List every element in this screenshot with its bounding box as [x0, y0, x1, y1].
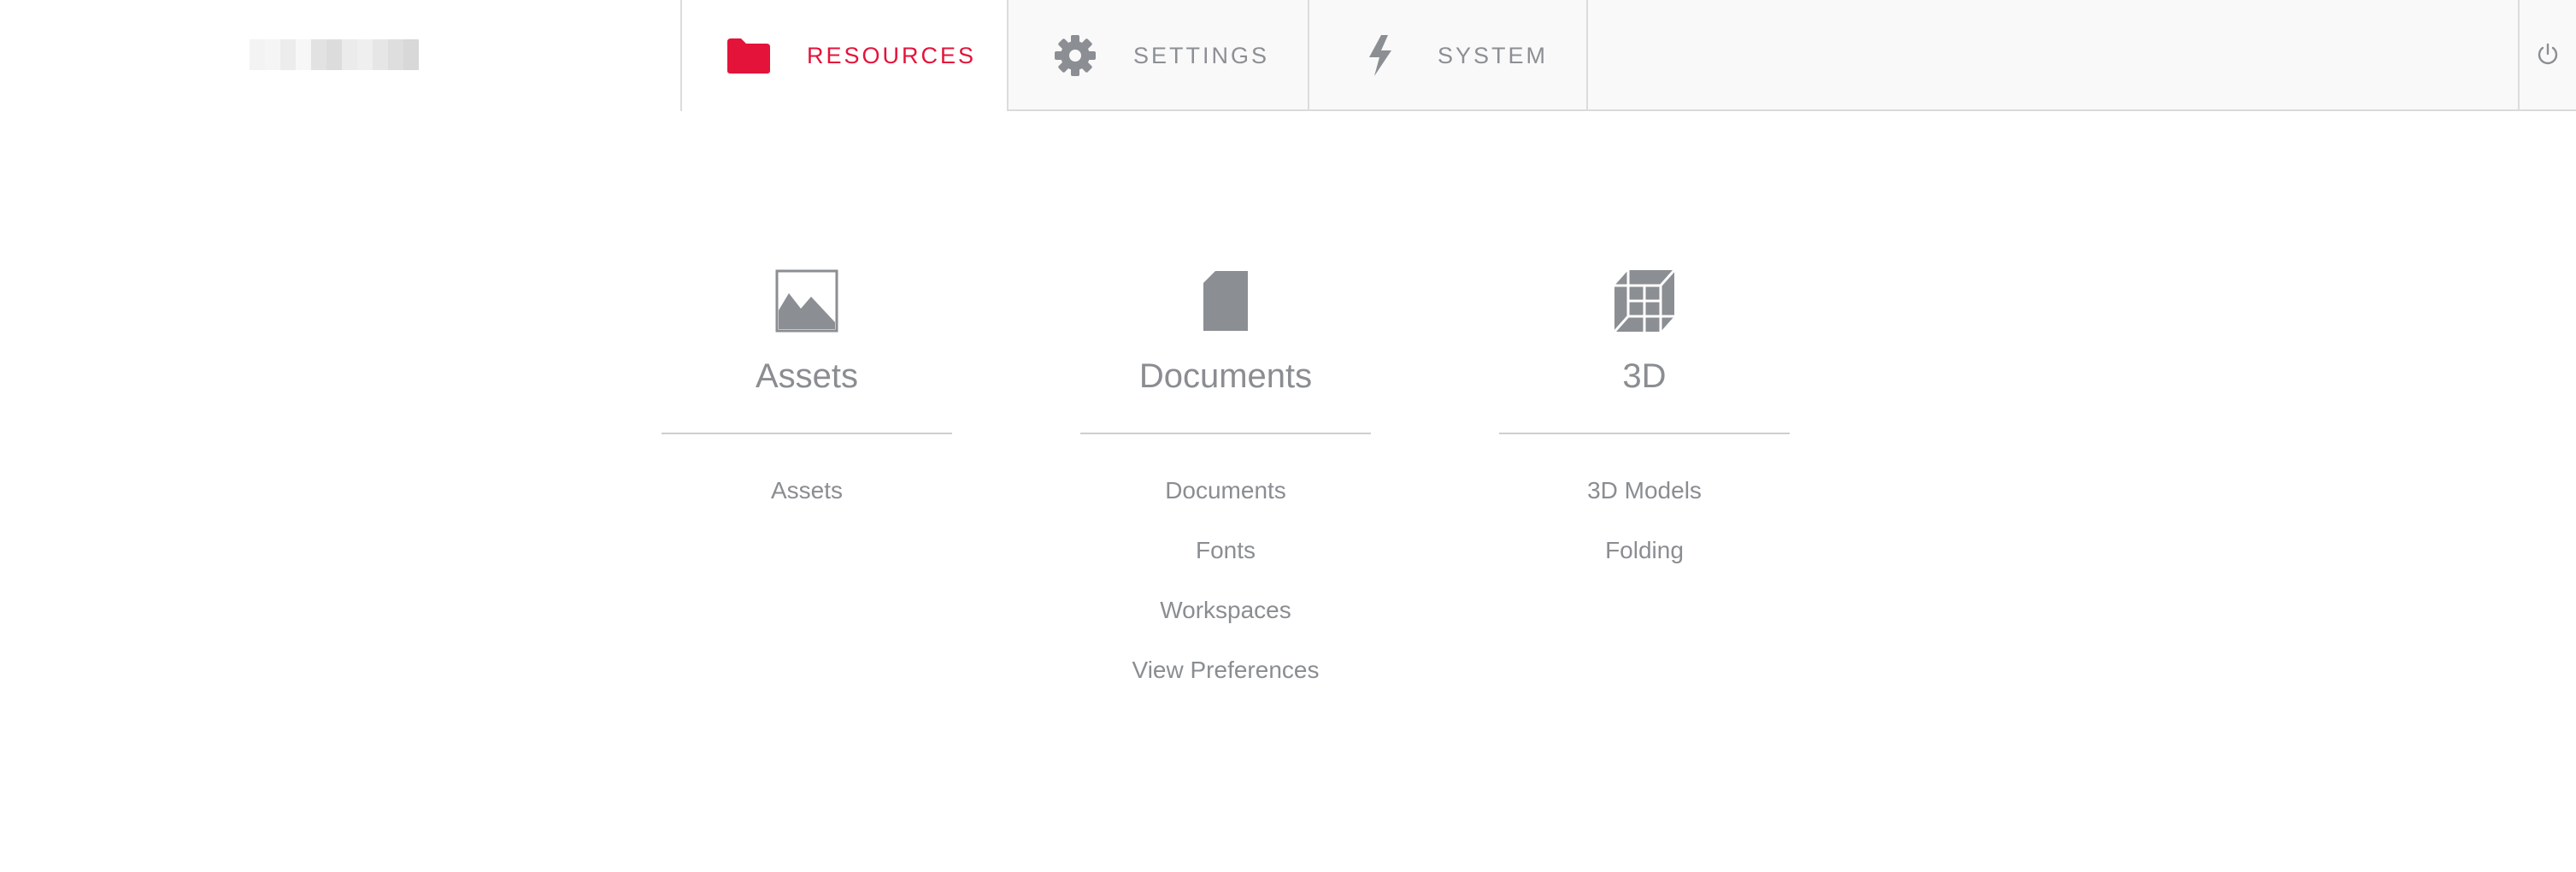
section-divider	[1499, 433, 1790, 434]
link-workspaces[interactable]: Workspaces	[1080, 597, 1371, 657]
folder-icon	[725, 32, 773, 80]
section-title: 3D	[1622, 357, 1667, 395]
link-fonts[interactable]: Fonts	[1080, 537, 1371, 597]
link-assets[interactable]: Assets	[662, 477, 952, 537]
section-3d: 3D 3D Models Folding	[1499, 267, 1790, 610]
section-links: Documents Fonts Workspaces View Preferen…	[1080, 477, 1371, 716]
link-view-preferences[interactable]: View Preferences	[1080, 657, 1371, 716]
section-divider	[662, 433, 952, 434]
power-button[interactable]	[2518, 0, 2576, 111]
link-3d-models[interactable]: 3D Models	[1499, 477, 1790, 537]
top-navigation-bar: RESOURCES SETTINGS SYSTEM	[0, 0, 2576, 111]
section-links: Assets	[662, 477, 952, 537]
link-documents[interactable]: Documents	[1080, 477, 1371, 537]
tab-resources-label: RESOURCES	[807, 42, 977, 68]
tab-settings-label: SETTINGS	[1133, 42, 1270, 68]
section-documents: Documents Documents Fonts Workspaces Vie…	[1080, 267, 1371, 730]
tab-system[interactable]: SYSTEM	[1309, 0, 1588, 111]
document-icon	[1080, 267, 1371, 335]
section-divider	[1080, 433, 1371, 434]
tab-system-label: SYSTEM	[1438, 42, 1549, 68]
tab-resources[interactable]: RESOURCES	[682, 0, 1009, 111]
gear-icon	[1051, 32, 1099, 80]
section-links: 3D Models Folding	[1499, 477, 1790, 597]
logo-area[interactable]	[0, 0, 682, 111]
cube-icon	[1499, 267, 1790, 335]
link-folding[interactable]: Folding	[1499, 537, 1790, 597]
lightning-icon	[1356, 32, 1403, 80]
section-title: Documents	[1138, 357, 1313, 395]
blurred-logo	[250, 39, 419, 70]
section-assets: Assets Assets	[662, 267, 952, 551]
tab-settings[interactable]: SETTINGS	[1009, 0, 1309, 111]
image-icon	[662, 267, 952, 335]
power-icon	[2536, 42, 2560, 70]
section-title: Assets	[755, 357, 859, 395]
